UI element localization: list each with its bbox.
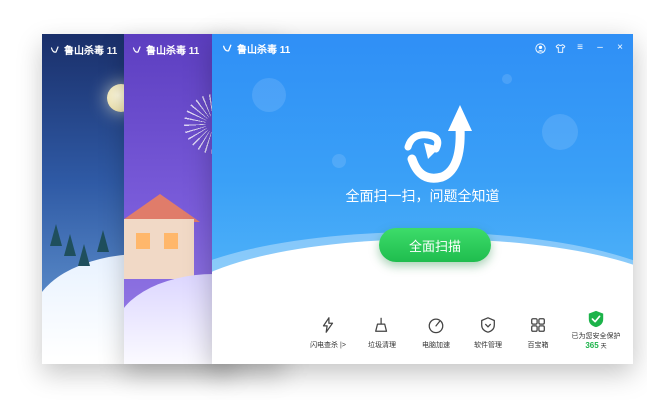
brand: 鲁山杀毒 11 (222, 41, 290, 56)
protection-status[interactable]: 已为您安全保护 365 天 (566, 310, 626, 350)
pine-tree-illustration (50, 224, 62, 246)
pine-tree-illustration (97, 230, 109, 252)
decor-bubble (542, 114, 578, 150)
app-logo-icon (50, 45, 59, 53)
desktop-stage: 鲁山杀毒 11 鲁山杀毒 11 鲁山杀毒 11 ≡ – × 全面扫一扫，问题全知… (0, 0, 647, 400)
protection-days-value: 365 (585, 341, 599, 350)
menu-button[interactable]: ≡ (573, 41, 587, 55)
window-titlebar[interactable]: 鲁山杀毒 11 ≡ – × (212, 34, 633, 62)
full-scan-button[interactable]: 全面扫描 (379, 228, 491, 262)
decor-bubble (252, 78, 286, 112)
tool-toolbox[interactable]: 百宝箱 (510, 316, 566, 350)
minimize-icon: – (597, 42, 603, 53)
house-roof-illustration (124, 194, 200, 222)
speedometer-icon (428, 318, 444, 334)
skin-night-titlebar: 鲁山杀毒 11 (50, 42, 117, 57)
arrow-loop-icon (404, 105, 472, 183)
house-illustration (124, 219, 194, 279)
app-logo-icon (222, 44, 232, 52)
hero-headline: 全面扫一扫，问题全知道 (345, 188, 500, 204)
tool-label: 垃圾清理 (368, 342, 396, 349)
skin-night-title: 鲁山杀毒 11 (64, 46, 118, 57)
pine-tree-illustration (78, 244, 90, 266)
skin-purple-title: 鲁山杀毒 11 (146, 46, 200, 57)
app-logo-icon (132, 45, 141, 53)
decor-bubble (502, 74, 512, 84)
house-window (136, 233, 150, 249)
account-button[interactable] (533, 41, 547, 55)
tool-label: 闪电查杀 |> (310, 342, 346, 349)
main-window: 鲁山杀毒 11 ≡ – × 全面扫一扫，问题全知道 全面扫描 闪电查杀 |> 垃… (212, 34, 633, 364)
tool-flash-scan[interactable]: 闪电查杀 |> (300, 316, 356, 350)
menu-icon: ≡ (577, 42, 583, 53)
window-controls: ≡ – × (533, 41, 627, 55)
tool-label: 百宝箱 (527, 342, 549, 349)
tool-software-manage[interactable]: 软件管理 (460, 316, 516, 350)
hero-panel: 鲁山杀毒 11 ≡ – × 全面扫一扫，问题全知道 全面扫描 (212, 34, 633, 299)
minimize-button[interactable]: – (593, 41, 607, 55)
decor-bubble (332, 154, 346, 168)
grid-icon (531, 318, 545, 332)
pine-tree-illustration (64, 234, 76, 256)
tools-bar: 闪电查杀 |> 垃圾清理 电脑加速 软件管理 百宝箱 已为您安全保护 365 天 (212, 304, 633, 364)
house-window (164, 233, 178, 249)
shield-box-icon (481, 317, 495, 333)
window-title: 鲁山杀毒 11 (237, 44, 291, 56)
tool-label: 软件管理 (474, 342, 502, 349)
protection-text: 已为您安全保护 (571, 333, 621, 340)
broom-icon (375, 317, 388, 332)
tool-junk-clean[interactable]: 垃圾清理 (354, 316, 410, 350)
skin-purple-titlebar: 鲁山杀毒 11 (132, 42, 199, 57)
skin-button[interactable] (553, 41, 567, 55)
close-button[interactable]: × (613, 41, 627, 55)
shield-check-icon (588, 310, 604, 328)
avatar-icon (534, 42, 546, 54)
shirt-icon (555, 43, 565, 53)
lightning-icon (322, 317, 334, 333)
protection-days-unit: 天 (600, 344, 607, 350)
protection-days: 365 天 (585, 341, 606, 350)
close-icon: × (617, 42, 623, 53)
tool-label: 电脑加速 (422, 342, 450, 349)
tool-speed-up[interactable]: 电脑加速 (408, 316, 464, 350)
